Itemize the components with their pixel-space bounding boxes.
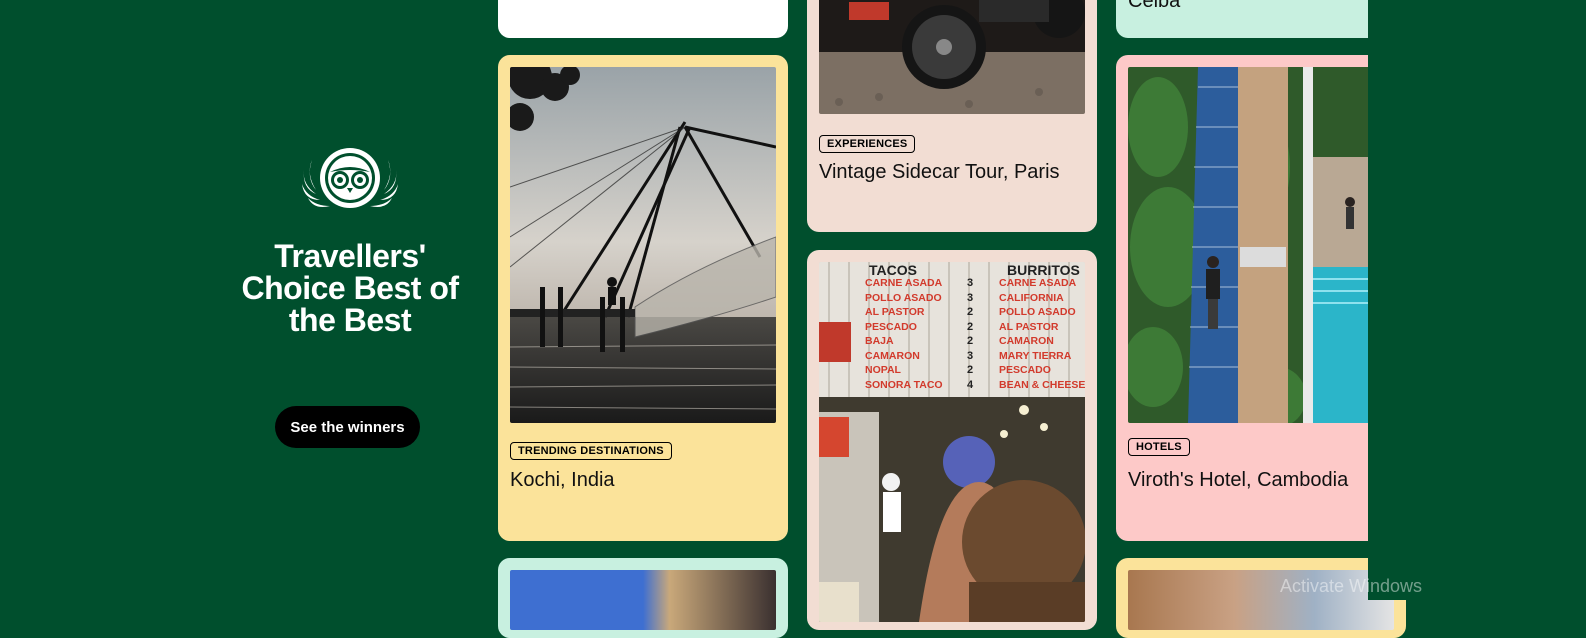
card-title: Viroth's Hotel, Cambodia — [1128, 469, 1349, 491]
kochi-fishing-nets-image — [510, 67, 776, 423]
grid-column-1: TRENDING DESTINATIONS Kochi, India — [498, 0, 788, 638]
category-tag: HOTELS — [1128, 438, 1190, 456]
menu-price: 3 — [967, 277, 974, 289]
kochi-photo — [510, 67, 776, 423]
hero-title: Travellers' Choice Best of the Best — [241, 238, 459, 338]
menu-left-list: CARNE ASADA POLLO ASADO AL PASTOR PESCAD… — [865, 276, 965, 392]
menu-item: AL PASTOR — [999, 320, 1059, 333]
menu-item: CARNE ASADA — [999, 277, 1077, 289]
sidecar-photo — [819, 0, 1085, 114]
grid-column-2: EXPERIENCES Vintage Sidecar Tour, Paris — [807, 0, 1097, 630]
ceiba-card[interactable]: Ceiba — [1116, 0, 1406, 38]
tacos-card[interactable]: TACOS BURRITOS CARNE ASADA POLLO ASADO A… — [807, 250, 1097, 630]
menu-right-list: CARNE ASADA CALIFORNIA POLLO ASADO AL PA… — [999, 276, 1085, 392]
viroth-photo — [1128, 67, 1394, 423]
bottom-right-card[interactable] — [1116, 558, 1406, 638]
category-tag: TRENDING DESTINATIONS — [510, 442, 672, 460]
bottom-left-card[interactable] — [498, 558, 788, 638]
menu-board: TACOS BURRITOS CARNE ASADA POLLO ASADO A… — [819, 262, 1085, 397]
grid-column-3: Ceiba HOTELS Viroth's Hotel, Cambodia — [1116, 0, 1406, 638]
menu-left-prices: 3 3 2 2 2 3 2 4 — [967, 276, 987, 392]
right-margin — [1368, 0, 1586, 600]
menu-item: BEAN & CHEESE — [999, 378, 1085, 391]
card-title: Kochi, India — [510, 469, 615, 491]
menu-price: 2 — [967, 306, 974, 318]
sidecar-image — [819, 0, 1085, 114]
menu-price: 4 — [967, 378, 974, 391]
menu-item: CARNE ASADA — [865, 277, 943, 289]
destination-card-kochi[interactable]: TRENDING DESTINATIONS Kochi, India — [498, 55, 788, 541]
card-title: Vintage Sidecar Tour, Paris — [819, 161, 1060, 183]
menu-item: POLLO ASADO — [865, 291, 942, 304]
viroth-hotel-image — [1128, 67, 1394, 423]
menu-price: 3 — [967, 291, 974, 304]
menu-item: NOPAL — [865, 364, 901, 376]
menu-item: POLLO ASADO — [999, 306, 1076, 318]
card-title: Ceiba — [1128, 0, 1181, 12]
travellers-choice-owl-laurel-icon — [302, 148, 398, 208]
menu-item: AL PASTOR — [865, 306, 925, 318]
menu-item: CALIFORNIA — [999, 291, 1064, 304]
menu-price: 2 — [967, 320, 974, 333]
hotel-card-viroth[interactable]: HOTELS Viroth's Hotel, Cambodia — [1116, 55, 1406, 541]
menu-item: MARY TIERRA — [999, 349, 1072, 362]
menu-item: CAMARON — [865, 349, 920, 362]
menu-price: 2 — [967, 335, 974, 347]
menu-item: CAMARON — [999, 335, 1054, 347]
menu-price: 2 — [967, 364, 974, 376]
top-blank-card[interactable] — [498, 0, 788, 38]
menu-item: PESCADO — [865, 320, 917, 333]
hero-section: Travellers' Choice Best of the Best — [230, 140, 470, 336]
see-the-winners-button[interactable]: See the winners — [275, 406, 420, 448]
menu-item: SONORA TACO — [865, 378, 943, 391]
experience-card-sidecar[interactable]: EXPERIENCES Vintage Sidecar Tour, Paris — [807, 0, 1097, 232]
menu-price: 3 — [967, 349, 974, 362]
bottom-left-image — [510, 570, 776, 630]
menu-item: PESCADO — [999, 364, 1051, 376]
menu-item: BAJA — [865, 335, 894, 347]
category-tag: EXPERIENCES — [819, 135, 916, 153]
activate-windows-watermark: Activate Windows — [1280, 576, 1423, 596]
taco-stand-image: TACOS BURRITOS CARNE ASADA POLLO ASADO A… — [819, 262, 1085, 622]
